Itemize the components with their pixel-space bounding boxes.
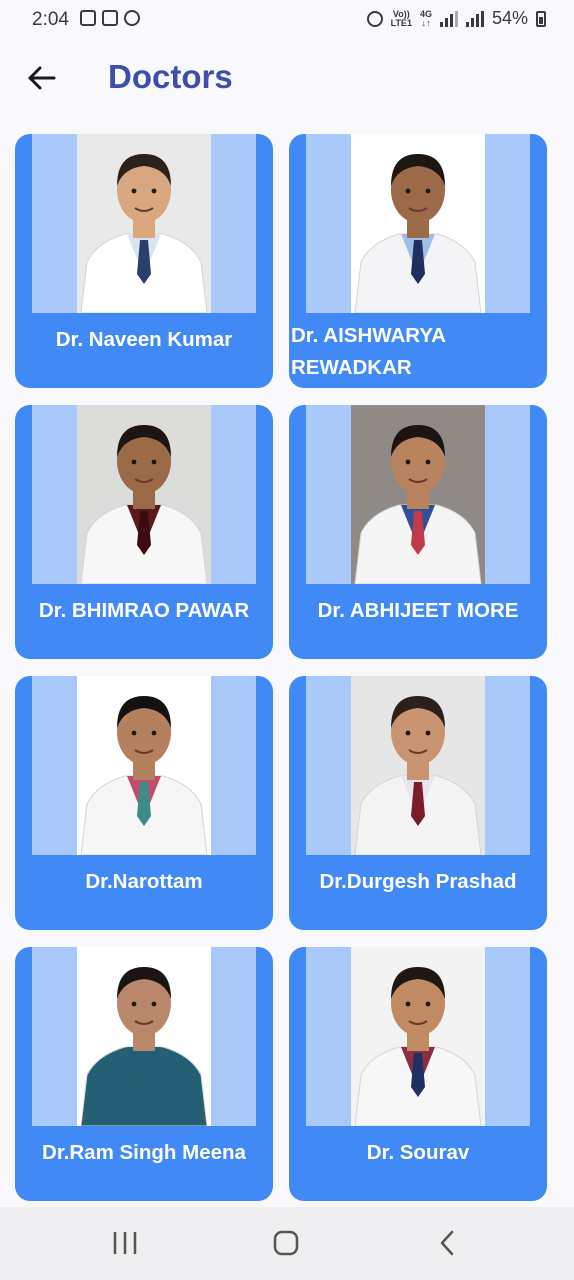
photo-frame [306, 405, 530, 584]
doctor-photo [77, 134, 211, 313]
signal-icon-2 [465, 10, 484, 27]
message-icon [102, 10, 118, 26]
portrait-illustration [351, 405, 485, 584]
doctor-card[interactable]: Dr. ABHIJEET MORE [289, 405, 547, 659]
doctors-grid: Dr. Naveen Kumar Dr. AISHWARYA REWADKAR … [15, 134, 547, 1201]
doctor-photo [351, 947, 485, 1126]
battery-percent: 54% [491, 8, 528, 28]
portrait-illustration [351, 134, 485, 313]
recent-apps-icon [113, 1232, 137, 1254]
photo-frame [32, 676, 256, 855]
notification-icons [80, 10, 140, 26]
portrait-illustration [77, 947, 211, 1126]
doctor-name: Dr.Ram Singh Meena [42, 1141, 246, 1164]
photo-frame [306, 947, 530, 1126]
doctor-name: Dr. BHIMRAO PAWAR [38, 599, 250, 622]
doctor-card[interactable]: Dr. Sourav [289, 947, 547, 1201]
photo-frame [306, 134, 530, 313]
whatsapp-icon [124, 10, 140, 26]
gallery-icon [80, 10, 96, 26]
doctor-photo [351, 134, 485, 313]
app-bar: Doctors [0, 40, 574, 116]
status-bar: 2:04 Vo)) LTE1 4G ↓↑ 54% [0, 0, 574, 40]
doctor-photo [77, 405, 211, 584]
network-gen-indicator: 4G ↓↑ [419, 8, 432, 28]
photo-frame [32, 405, 256, 584]
battery-icon [536, 10, 546, 27]
doctor-card[interactable]: Dr. AISHWARYA REWADKAR [289, 134, 547, 388]
portrait-illustration [77, 405, 211, 584]
doctor-photo [77, 676, 211, 855]
system-nav-bar [0, 1207, 574, 1280]
photo-frame [32, 947, 256, 1126]
doctor-card[interactable]: Dr.Narottam [15, 676, 273, 930]
doctor-name: Dr. Sourav [366, 1141, 470, 1164]
recent-apps-button[interactable] [105, 1227, 145, 1259]
doctor-photo [351, 405, 485, 584]
back-nav-icon [440, 1230, 454, 1256]
home-button[interactable] [266, 1227, 306, 1259]
doctor-name: Dr. Naveen Kumar [55, 328, 233, 351]
photo-frame [306, 676, 530, 855]
doctor-photo [77, 947, 211, 1126]
doctor-card[interactable]: Dr.Durgesh Prashad [289, 676, 547, 930]
page-title: Doctors [108, 58, 233, 95]
alarm-icon [366, 10, 383, 27]
photo-frame [32, 134, 256, 313]
portrait-illustration [77, 134, 211, 313]
doctor-photo [351, 676, 485, 855]
status-right: Vo)) LTE1 4G ↓↑ 54% [366, 8, 546, 29]
doctor-name: Dr.Narottam [85, 870, 203, 893]
volte-indicator: Vo)) LTE1 [390, 8, 412, 28]
doctor-name: Dr. ABHIJEET MORE [317, 599, 519, 622]
system-back-button[interactable] [428, 1227, 468, 1259]
portrait-illustration [77, 676, 211, 855]
doctor-name: Dr.Durgesh Prashad [319, 870, 517, 893]
doctor-card[interactable]: Dr. Naveen Kumar [15, 134, 273, 388]
doctor-card[interactable]: Dr.Ram Singh Meena [15, 947, 273, 1201]
portrait-illustration [351, 676, 485, 855]
portrait-illustration [351, 947, 485, 1126]
back-button[interactable] [22, 58, 62, 98]
signal-icon-1 [439, 10, 458, 27]
doctor-card[interactable]: Dr. BHIMRAO PAWAR [15, 405, 273, 659]
arrow-left-icon [28, 66, 56, 90]
doctor-name: Dr. AISHWARYA REWADKAR [291, 324, 446, 379]
status-time: 2:04 [32, 9, 69, 30]
home-icon [273, 1230, 299, 1256]
